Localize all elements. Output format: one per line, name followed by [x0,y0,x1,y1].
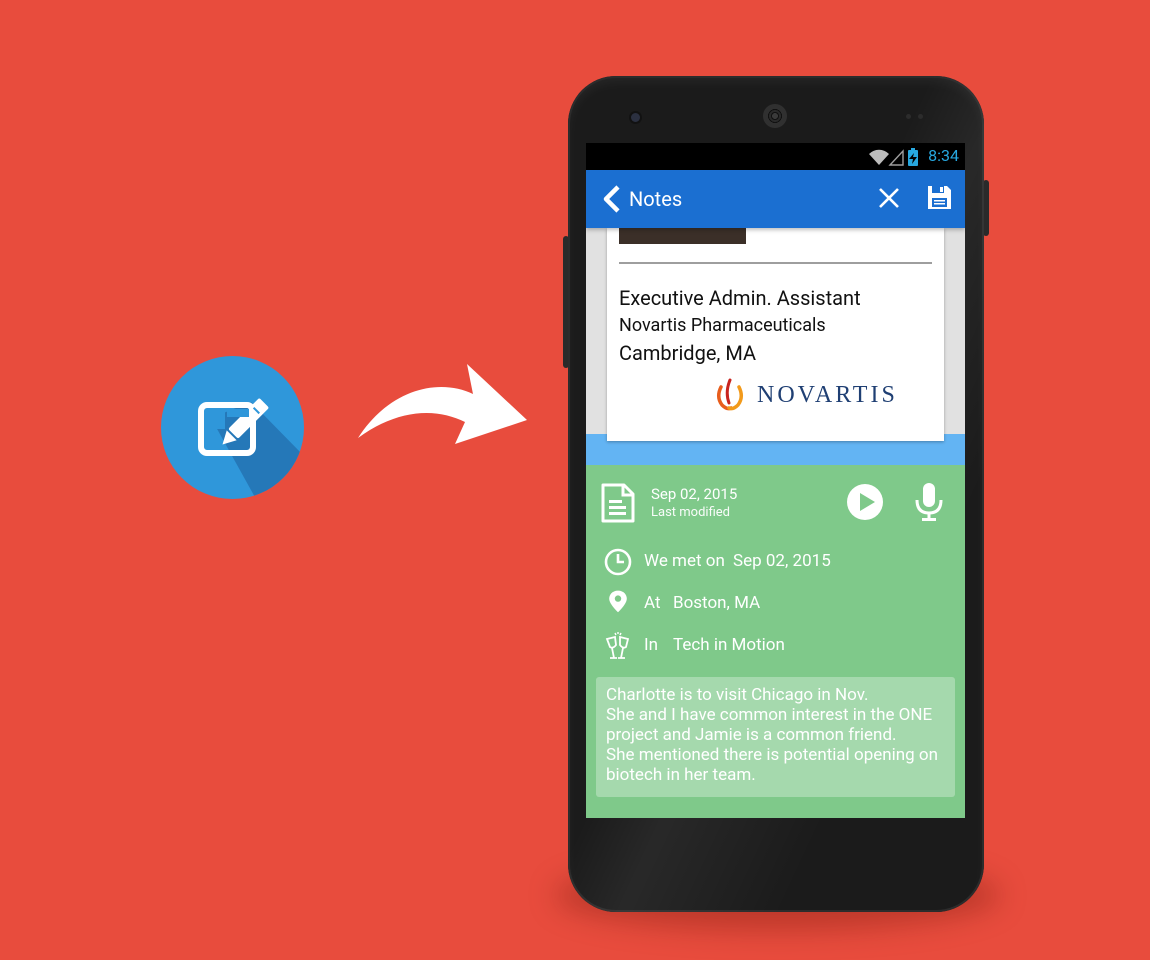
company-name: Novartis Pharmaceuticals [619,315,826,336]
in-value: Tech in Motion [673,635,785,655]
page-title[interactable]: Notes [629,187,682,211]
close-icon[interactable] [878,187,900,209]
note-text[interactable]: Charlotte is to visit Chicago in Nov. Sh… [596,677,955,797]
note-date-caption: Last modified [651,505,730,520]
clock-icon [604,548,632,576]
business-card[interactable]: Executive Admin. Assistant Novartis Phar… [607,228,944,441]
job-title: Executive Admin. Assistant [619,286,861,310]
earpiece-speaker [763,104,787,128]
in-label: In [644,635,659,655]
curved-arrow-icon [358,364,527,444]
front-camera [631,113,640,122]
microphone-icon[interactable] [914,482,944,522]
note-date: Sep 02, 2015 [651,485,738,503]
document-icon [601,483,635,523]
contact-photo [619,228,746,244]
floppy-save-icon[interactable] [927,185,952,210]
chevron-left-icon[interactable] [601,185,621,213]
company-location: Cambridge, MA [619,341,757,365]
novartis-logo-icon [717,378,743,411]
app-bar: Notes [586,170,965,228]
card-divider [619,262,932,264]
event-row[interactable]: In Tech in Motion [586,631,965,661]
at-value: Boston, MA [673,593,761,613]
location-row[interactable]: At Boston, MA [586,589,965,619]
met-label: We met on [644,551,725,571]
play-icon[interactable] [846,483,884,521]
light-sensor [918,114,923,119]
cheers-glasses-icon [605,632,630,659]
met-value: Sep 02, 2015 [733,551,831,571]
status-time: 8:34 [928,146,959,165]
company-logo-text: NOVARTIS [757,382,898,408]
phone-screen: 8:34 Notes Executive Admin. Assistant No… [586,143,965,818]
status-bar: 8:34 [586,143,965,170]
proximity-sensor [906,114,911,119]
met-date-row[interactable]: We met on Sep 02, 2015 [586,547,965,577]
notes-panel: Sep 02, 2015 Last modified We met on Sep… [586,465,965,818]
edit-note-icon [161,356,304,499]
status-icons [869,148,918,166]
location-pin-icon [609,590,627,613]
at-label: At [644,593,661,613]
